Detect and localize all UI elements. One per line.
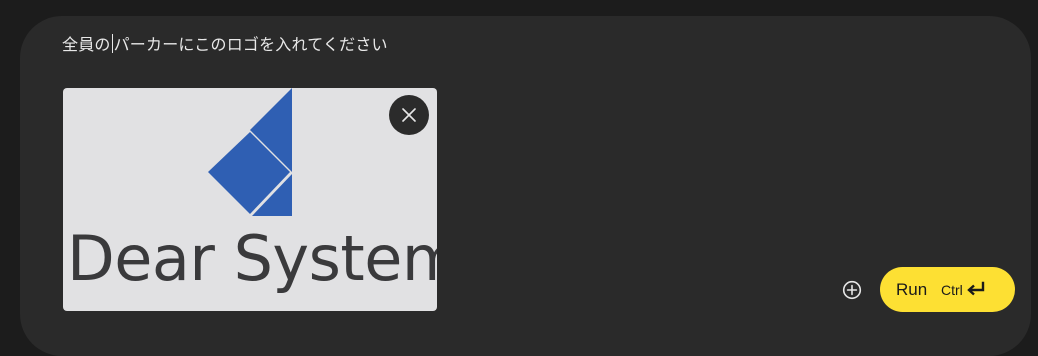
logo-text: Dear System <box>67 222 437 295</box>
add-circle-icon <box>842 280 862 300</box>
prompt-text-after-caret: パーカーにこのロゴを入れてください <box>113 35 388 54</box>
remove-attachment-button[interactable] <box>389 95 429 135</box>
prompt-text-before-caret: 全員の <box>62 35 111 54</box>
run-button-label: Run <box>896 279 928 299</box>
run-shortcut-hint: Ctrl <box>941 282 986 298</box>
run-button[interactable]: Run Ctrl <box>880 267 1015 312</box>
text-caret <box>111 34 113 53</box>
image-attachment: Dear System <box>63 88 437 311</box>
shortcut-ctrl-label: Ctrl <box>941 281 963 298</box>
close-icon <box>402 108 416 122</box>
prompt-input[interactable]: 全員の パーカーにこのロゴを入れてください <box>62 33 388 57</box>
enter-icon <box>966 281 984 296</box>
add-attachment-button[interactable] <box>840 278 864 302</box>
